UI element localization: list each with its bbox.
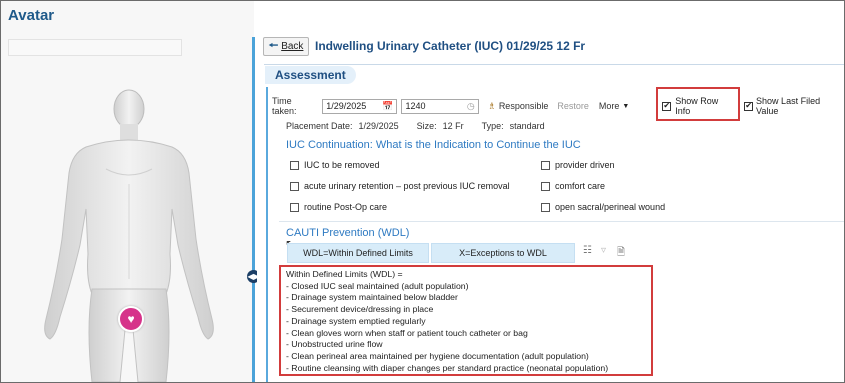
size-value: 12 Fr: [442, 121, 464, 131]
wdl-line: Within Defined Limits (WDL) =: [286, 269, 403, 279]
type-value: standard: [509, 121, 545, 131]
chevron-down-icon: ▼: [622, 102, 630, 110]
checkbox[interactable]: [541, 160, 550, 170]
wdl-definition-box: Within Defined Limits (WDL) = - Closed I…: [279, 265, 653, 376]
option-comfort-care[interactable]: comfort care: [541, 181, 605, 191]
page-title: Indwelling Urinary Catheter (IUC) 01/29/…: [315, 39, 586, 53]
wdl-line: - Securement device/dressing in place: [286, 304, 434, 315]
wdl-line: - Drainage system maintained below bladd…: [286, 292, 458, 303]
time-input[interactable]: 1240 ◷: [401, 98, 479, 114]
wdl-line: - Unobstructed urine flow: [286, 339, 383, 350]
restore-button[interactable]: Restore: [557, 101, 589, 111]
option-acute-urinary-retention[interactable]: acute urinary retention – post previous …: [290, 181, 510, 191]
option-label: provider driven: [555, 160, 615, 170]
wdl-line: - Drainage system emptied regularly: [286, 315, 426, 326]
app-window: Avatar ♥ ◀▶ 🠔 Back Indwelling Urinary Ca…: [0, 0, 845, 383]
person-icon: ♗: [487, 100, 496, 111]
catheter-marker-icon[interactable]: ♥: [118, 306, 144, 332]
type-label: Type:: [481, 121, 504, 131]
checkbox[interactable]: [290, 160, 299, 170]
placement-info-row: Placement Date: 1/29/2025 Size: 12 Fr Ty…: [286, 121, 545, 131]
wdl-line: - Closed IUC seal maintained (adult popu…: [286, 280, 469, 291]
option-label: IUC to be removed: [304, 160, 380, 170]
panel-divider: [252, 37, 255, 382]
flowsheet-panel: 🠔 Back Indwelling Urinary Catheter (IUC)…: [257, 1, 844, 382]
show-last-filed-label[interactable]: Show Last Filed Value: [756, 96, 844, 116]
calendar-icon[interactable]: 📅: [382, 101, 393, 112]
back-button[interactable]: 🠔 Back: [263, 37, 309, 56]
checkbox[interactable]: [541, 181, 550, 191]
size-label: Size:: [416, 121, 437, 131]
assessment-section-tab[interactable]: Assessment: [265, 66, 356, 84]
time-value: 1240: [405, 101, 426, 111]
placement-date-value: 1/29/2025: [358, 121, 399, 131]
list-filter-icon[interactable]: ☷: [583, 245, 592, 256]
cauti-prevention-heading: CAUTI Prevention (WDL): [286, 227, 410, 239]
date-value: 1/29/2025: [326, 101, 367, 111]
exceptions-button[interactable]: X=Exceptions to WDL: [431, 243, 575, 263]
option-iuc-to-be-removed[interactable]: IUC to be removed: [290, 160, 380, 170]
section-accent-line: [266, 87, 268, 382]
avatar-search-input[interactable]: [8, 39, 182, 56]
wdl-button[interactable]: WDL=Within Defined Limits: [287, 243, 429, 263]
option-label: acute urinary retention – post previous …: [304, 181, 510, 191]
responsible-button[interactable]: Responsible: [499, 101, 549, 111]
section-divider: [279, 221, 844, 222]
body-avatar-image[interactable]: [26, 89, 226, 382]
back-arrow-icon: 🠔: [268, 40, 279, 52]
date-input[interactable]: 1/29/2025 📅: [322, 98, 398, 114]
document-icon[interactable]: 🗎: [617, 245, 625, 262]
avatar-panel: Avatar ♥ ◀▶: [1, 1, 260, 382]
show-row-info-highlight: [656, 87, 740, 121]
checkbox[interactable]: [290, 202, 299, 212]
avatar-title: Avatar: [8, 7, 55, 24]
option-routine-post-op[interactable]: routine Post-Op care: [290, 202, 387, 212]
option-provider-driven[interactable]: provider driven: [541, 160, 615, 170]
checkbox[interactable]: [290, 181, 299, 191]
clock-icon[interactable]: ◷: [467, 101, 475, 112]
checkbox[interactable]: [541, 202, 550, 212]
option-open-sacral-wound[interactable]: open sacral/perineal wound: [541, 202, 665, 212]
wdl-line: - Clean perineal area maintained per hyg…: [286, 350, 589, 361]
time-taken-row: Time taken: 1/29/2025 📅 1240 ◷ ♗ Respons…: [272, 96, 844, 116]
option-label: open sacral/perineal wound: [555, 202, 666, 212]
wdl-line: - Clean gloves worn when staff or patien…: [286, 327, 528, 338]
show-last-filed-checkbox[interactable]: ✔: [744, 101, 754, 111]
time-taken-label: Time taken:: [272, 96, 297, 116]
wdl-line: - Routine cleansing with diaper changes …: [286, 362, 609, 373]
more-menu-button[interactable]: More: [599, 101, 620, 111]
funnel-icon[interactable]: ▿: [601, 245, 606, 256]
iuc-continuation-heading: IUC Continuation: What is the Indication…: [286, 139, 581, 151]
option-label: comfort care: [555, 181, 606, 191]
back-button-label: Back: [281, 41, 304, 52]
option-label: routine Post-Op care: [304, 202, 388, 212]
placement-date-label: Placement Date:: [286, 121, 353, 131]
